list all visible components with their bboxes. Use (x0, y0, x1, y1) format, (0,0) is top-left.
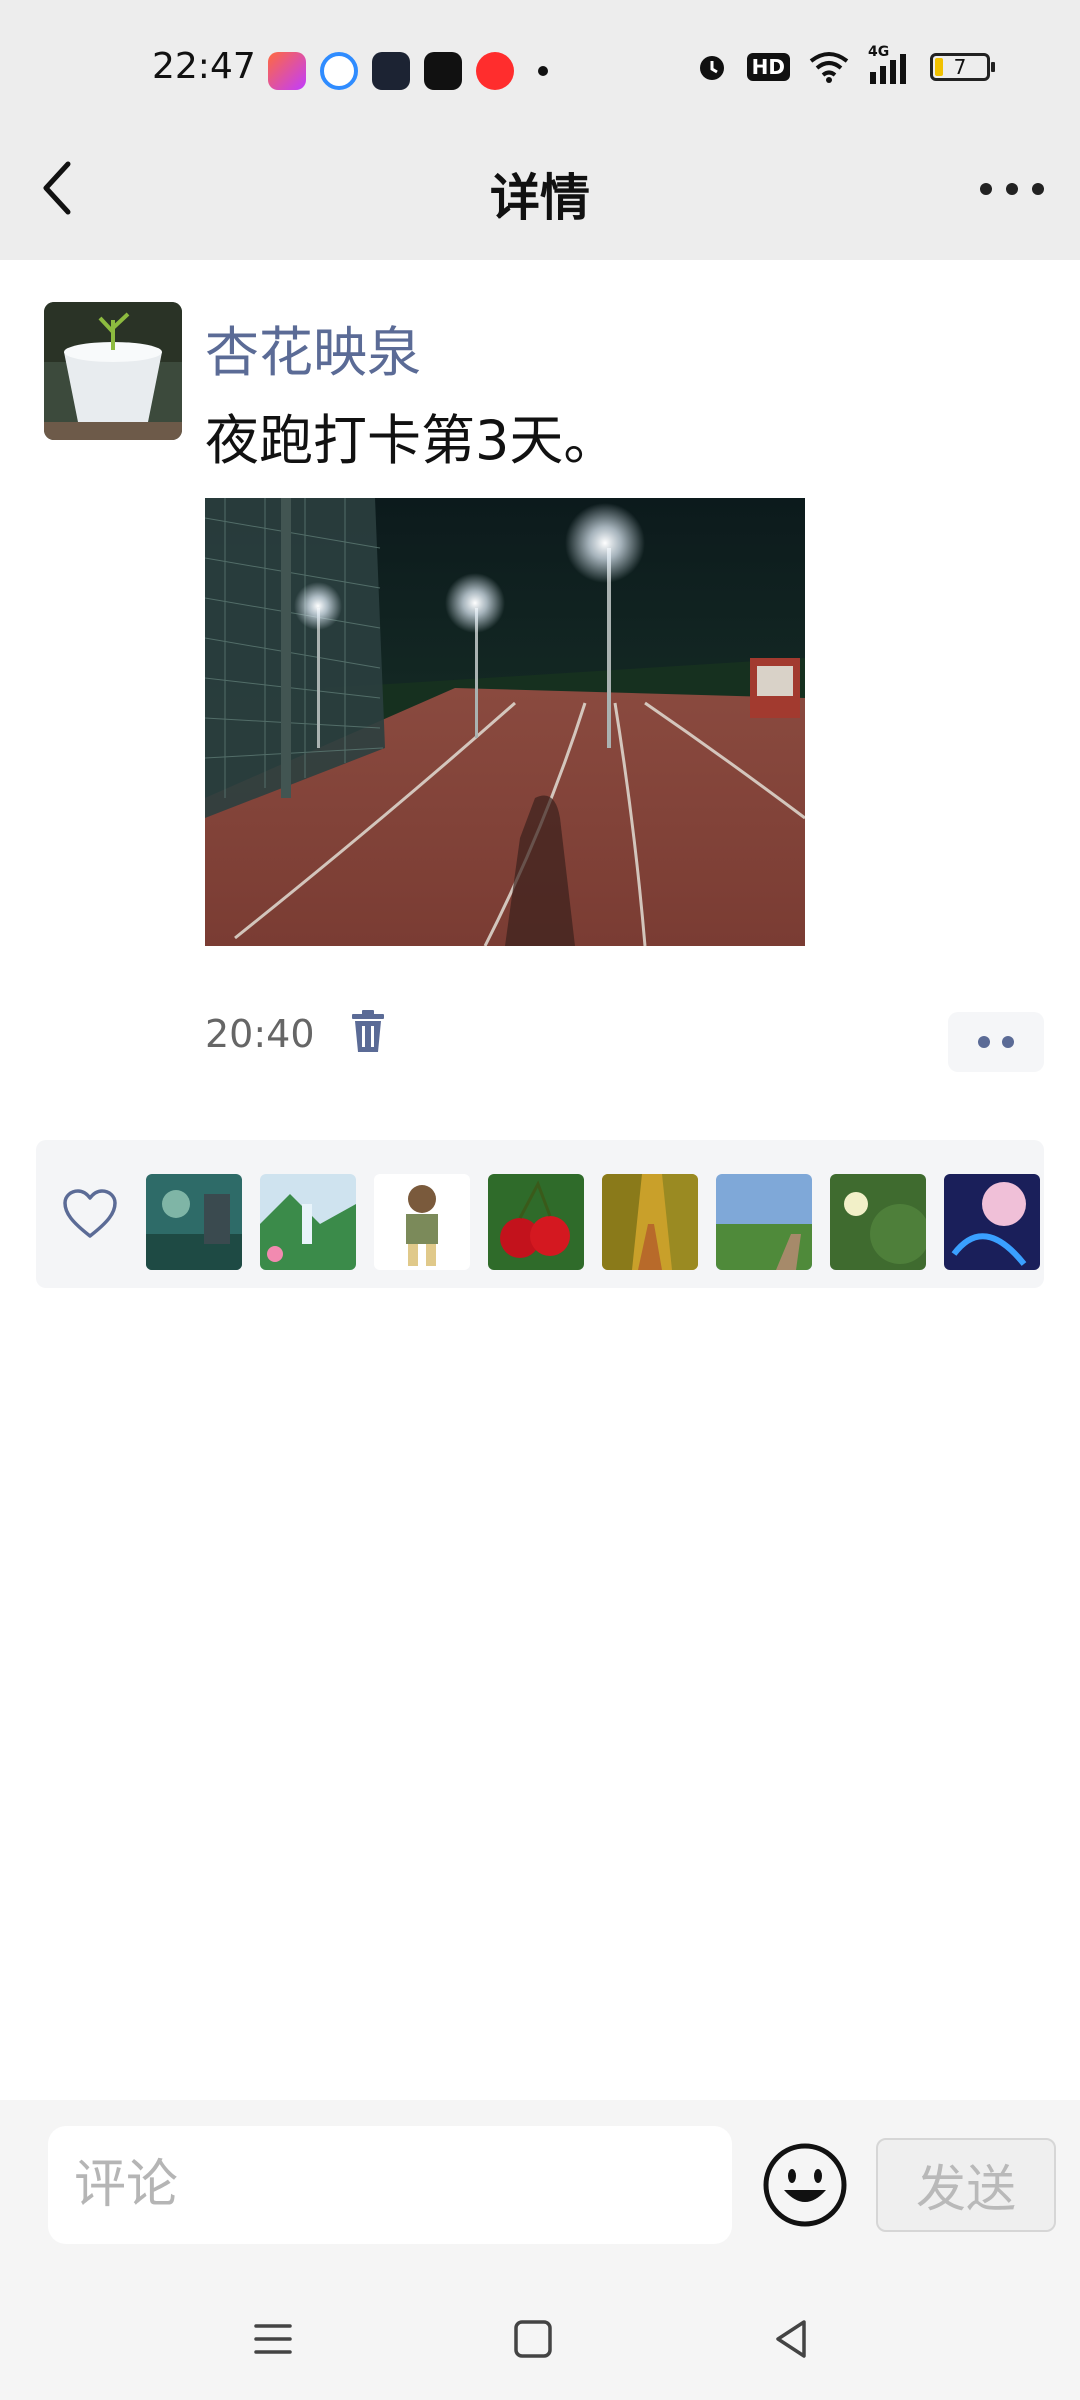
hd-icon: HD (746, 53, 790, 81)
status-time: 22:47 (152, 46, 256, 87)
liker-avatar[interactable] (830, 1174, 926, 1270)
liker-avatar[interactable] (260, 1174, 356, 1270)
home-square-icon[interactable] (508, 2314, 558, 2364)
app-notification-icon (268, 52, 306, 90)
liker-avatar[interactable] (944, 1174, 1040, 1270)
top-nav-bar: 详情 (0, 120, 1080, 260)
like-comment-menu-button[interactable] (948, 1012, 1044, 1072)
liker-avatar[interactable] (716, 1174, 812, 1270)
signal-icon: 4G (868, 44, 912, 84)
mail-notification-icon (372, 52, 410, 90)
post-photo[interactable] (205, 498, 805, 946)
more-notifications-dot-icon (538, 66, 548, 76)
video-notification-icon (476, 52, 514, 90)
send-button[interactable]: 发送 (876, 2138, 1056, 2232)
menu-icon[interactable] (248, 2314, 298, 2364)
browser-notification-icon (320, 52, 358, 90)
status-notification-icons (268, 52, 548, 90)
post-text: 夜跑打卡第3天。 (205, 409, 618, 472)
liker-avatar[interactable] (374, 1174, 470, 1270)
system-nav-bar (0, 2290, 1080, 2400)
emoji-icon[interactable] (760, 2140, 850, 2230)
liker-avatar[interactable] (488, 1174, 584, 1270)
wifi-icon (809, 52, 849, 83)
alarm-icon (699, 56, 724, 80)
liker-avatar[interactable] (602, 1174, 698, 1270)
status-bar: 22:47 HD 4G 7 (0, 0, 1080, 140)
battery-icon: 7 (930, 53, 995, 81)
liker-avatar[interactable] (146, 1174, 242, 1270)
delete-trash-icon[interactable] (350, 1010, 386, 1054)
avatar[interactable] (44, 302, 182, 440)
status-system-icons: HD 4G 7 (695, 44, 995, 84)
post-author-name[interactable]: 杏花映泉 (205, 308, 421, 387)
tiktok-notification-icon (424, 52, 462, 90)
page-title: 详情 (490, 169, 590, 227)
comment-input[interactable] (48, 2126, 732, 2244)
liker-avatars (146, 1174, 1040, 1270)
post-timestamp: 20:40 (205, 1012, 315, 1056)
more-options-icon[interactable] (980, 180, 1044, 198)
comment-bar: 发送 (0, 2100, 1080, 2400)
back-triangle-icon[interactable] (766, 2314, 816, 2364)
likes-panel (36, 1140, 1044, 1288)
heart-outline-icon (63, 1189, 117, 1238)
